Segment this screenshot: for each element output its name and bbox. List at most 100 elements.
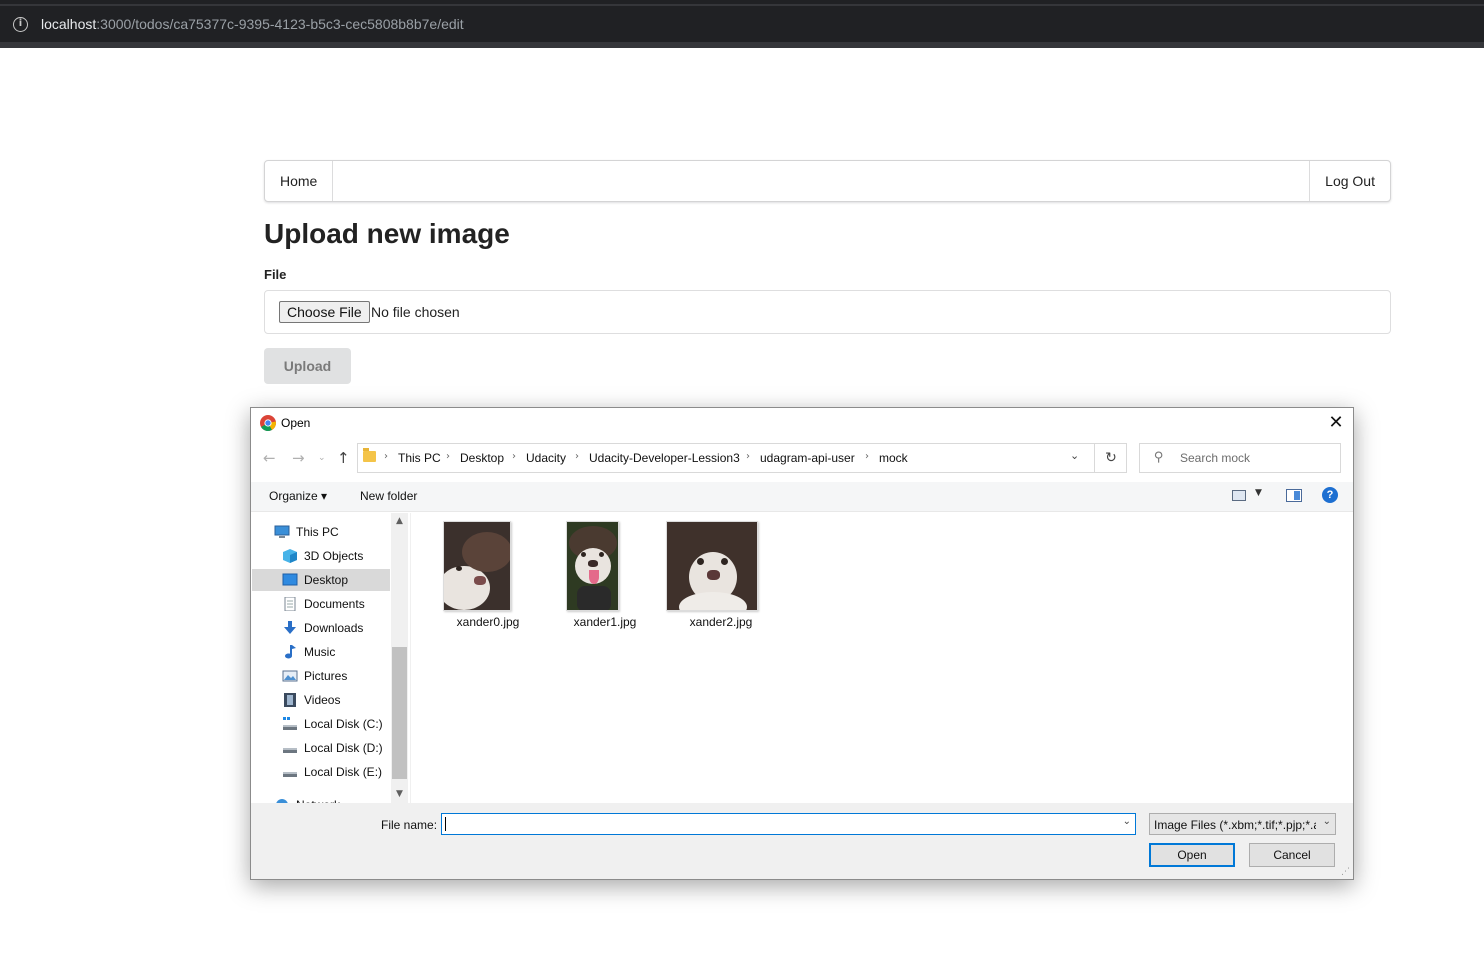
sidebar-item-label: Desktop [304,573,349,587]
browser-address-bar: i localhost:3000/todos/ca75377c-9395-412… [0,0,1484,48]
breadcrumb-udacity[interactable]: Udacity [526,451,566,465]
search-icon: ⚲ [1154,450,1164,465]
sidebar-item-label: Downloads [304,621,364,635]
sidebar-item-videos[interactable]: Videos [252,689,390,711]
search-input[interactable]: ⚲ Search mock [1139,443,1341,473]
disk-icon [283,748,297,753]
nav-home-link[interactable]: Home [265,161,334,201]
breadcrumb-this-pc[interactable]: This PC [398,451,441,465]
open-file-dialog: Open ✕ ← → ⌄ ↑ › This PC › Desktop › Uda… [250,407,1354,880]
view-options-icon[interactable] [1232,490,1246,501]
breadcrumb-udagram-api-user[interactable]: udagram-api-user [760,451,855,465]
file-item[interactable]: xander2.jpg [666,521,776,633]
sidebar-item-label: Documents [304,597,365,611]
video-icon [284,693,296,707]
computer-icon [274,525,290,538]
navigation-scrollbar[interactable]: ▲ ▼ [391,513,408,803]
sidebar-item-pictures[interactable]: Pictures [252,665,390,687]
page-title: Upload new image [264,218,510,249]
back-arrow-icon[interactable]: ← [263,449,276,467]
breadcrumb[interactable]: › This PC › Desktop › Udacity › Udacity-… [357,443,1127,473]
image-thumbnail [666,521,758,611]
breadcrumb-separator-icon: › [512,451,516,462]
sidebar-item-local-disk-d[interactable]: Local Disk (D:) [252,737,390,759]
sidebar-item-local-disk-e[interactable]: Local Disk (E:) [252,761,390,783]
file-name-input[interactable]: ⌄ [441,813,1136,835]
breadcrumb-desktop[interactable]: Desktop [460,451,504,465]
sidebar-item-network[interactable]: Network [252,794,390,803]
file-item[interactable]: xander0.jpg [433,521,543,633]
dialog-navigation-row: ← → ⌄ ↑ › This PC › Desktop › Udacity › … [251,440,1353,478]
file-name-dropdown-icon[interactable]: ⌄ [1123,816,1131,827]
sidebar-item-label: Pictures [304,669,348,683]
sidebar-item-desktop[interactable]: Desktop [252,569,390,591]
sidebar-item-music[interactable]: Music [252,641,390,663]
refresh-icon[interactable]: ↻ [1094,444,1127,472]
cancel-button[interactable]: Cancel [1249,843,1335,867]
dialog-titlebar: Open ✕ [251,408,1353,438]
sidebar-item-label: This PC [296,525,339,539]
search-placeholder: Search mock [1180,451,1251,465]
breadcrumb-separator-icon: › [384,451,388,462]
breadcrumb-mock[interactable]: mock [879,451,908,465]
dialog-title: Open [281,416,311,430]
sidebar-item-label: Local Disk (C:) [304,717,383,731]
sidebar-item-label: Videos [304,693,341,707]
path-dropdown-icon[interactable]: ⌄ [1070,449,1079,462]
sidebar-item-label: Local Disk (D:) [304,741,383,755]
upload-button[interactable]: Upload [264,348,351,384]
file-input-box[interactable]: Choose File No file chosen [264,290,1391,334]
url-host: localhost [41,16,97,32]
scrollbar-thumb[interactable] [392,647,407,779]
up-arrow-icon[interactable]: ↑ [337,449,350,467]
help-icon[interactable]: ? [1322,487,1338,503]
forward-arrow-icon[interactable]: → [292,449,305,467]
file-item[interactable]: xander1.jpg [550,521,660,633]
file-name-label: xander2.jpg [689,615,753,629]
document-icon [284,597,296,611]
close-icon[interactable]: ✕ [1325,412,1347,434]
scroll-up-icon[interactable]: ▲ [391,513,408,530]
preview-pane-icon[interactable] [1286,489,1302,502]
breadcrumb-udacity-developer[interactable]: Udacity-Developer-Lession3 [589,451,740,465]
browser-top-strip [0,0,1484,4]
nav-logout-link[interactable]: Log Out [1309,161,1390,201]
file-name-field-label: File name: [381,818,438,832]
choose-file-button[interactable]: Choose File [279,301,370,323]
resize-grip-icon[interactable]: ⋰ [1341,867,1350,877]
sidebar-item-local-disk-c[interactable]: Local Disk (C:) [252,713,390,735]
scroll-down-icon[interactable]: ▼ [391,786,408,803]
sidebar-item-label: Network [296,794,340,803]
file-type-select[interactable]: Image Files (*.xbm;*.tif;*.pjp;*.a ⌄ [1149,813,1336,835]
cube-icon [283,549,297,563]
top-menu: Home Log Out [264,160,1391,202]
disk-icon [283,772,297,777]
pictures-icon [282,670,298,682]
sidebar-item-3d-objects[interactable]: 3D Objects [252,545,390,567]
file-type-dropdown-icon: ⌄ [1322,816,1331,827]
url-field[interactable]: i localhost:3000/todos/ca75377c-9395-412… [0,6,1484,42]
url-path: :3000/todos/ca75377c-9395-4123-b5c3-cec5… [96,16,464,32]
folder-icon [363,448,376,462]
image-thumbnail [443,521,511,611]
url-text[interactable]: localhost:3000/todos/ca75377c-9395-4123-… [41,15,464,33]
sidebar-item-label: Local Disk (E:) [304,765,383,779]
file-field-label: File [264,267,287,282]
text-caret [445,817,446,831]
breadcrumb-separator-icon: › [575,451,579,462]
organize-menu-button[interactable]: Organize ▾ [269,489,327,503]
sidebar-item-label: 3D Objects [304,549,364,563]
open-button[interactable]: Open [1149,843,1235,867]
view-dropdown-icon[interactable]: ▼ [1255,488,1262,498]
desktop-icon [282,573,298,586]
chrome-icon [260,415,276,431]
sidebar-item-documents[interactable]: Documents [252,593,390,615]
recent-locations-chevron-icon[interactable]: ⌄ [318,453,326,463]
breadcrumb-separator-icon: › [865,451,869,462]
new-folder-button[interactable]: New folder [360,489,417,503]
site-info-icon[interactable]: i [13,17,28,32]
sidebar-item-this-pc[interactable]: This PC [252,521,390,543]
file-list: xander0.jpg xander1.jpg xander2.jpg [410,513,1353,803]
dialog-toolbar: Organize ▾ New folder ▼ ? [251,482,1353,512]
sidebar-item-downloads[interactable]: Downloads [252,617,390,639]
